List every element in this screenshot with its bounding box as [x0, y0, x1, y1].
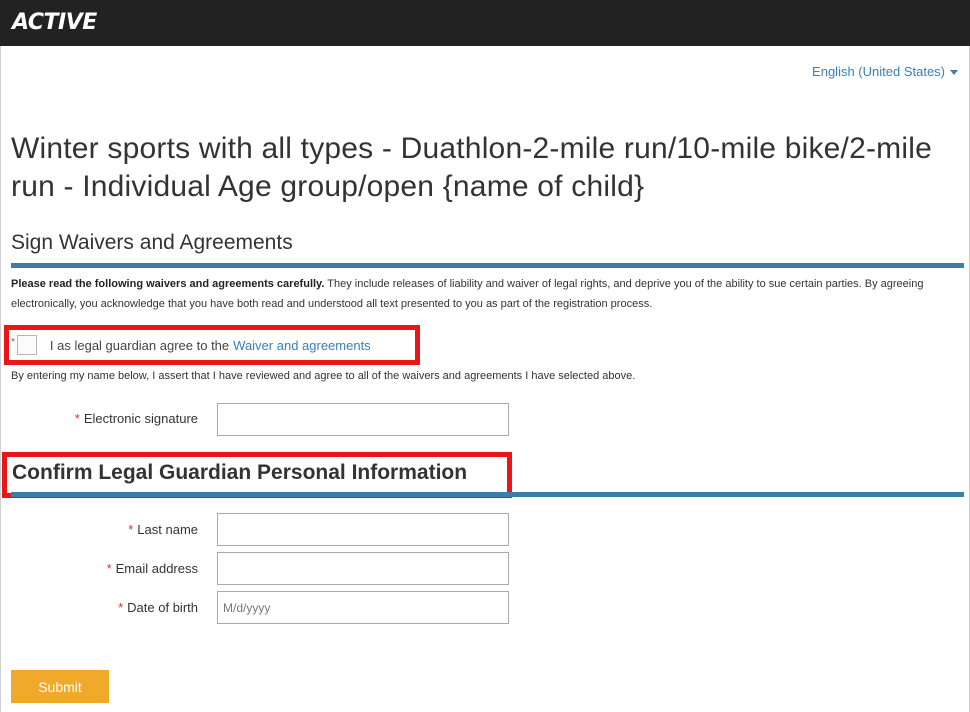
section-divider — [11, 263, 964, 268]
dob-label: * Date of birth — [118, 600, 198, 615]
email-input[interactable] — [217, 552, 509, 585]
assert-text: By entering my name below, I assert that… — [11, 370, 636, 382]
last-name-label-text: Last name — [137, 522, 198, 537]
guardian-section-title: Confirm Legal Guardian Personal Informat… — [12, 461, 468, 484]
top-bar: ACTIVE — [0, 0, 970, 46]
required-marker: * — [118, 600, 124, 615]
waivers-intro: Please read the following waivers and ag… — [11, 274, 956, 314]
dob-label-text: Date of birth — [127, 600, 198, 615]
signature-label: * Electronic signature — [75, 411, 198, 426]
dob-input[interactable] — [217, 591, 509, 624]
logo-text: ACTIVE — [12, 9, 97, 35]
agree-checkbox[interactable] — [16, 335, 37, 355]
waiver-agreements-link[interactable]: Waiver and agreements — [233, 338, 371, 353]
page-title: Winter sports with all types - Duathlon-… — [11, 132, 932, 203]
agree-row: * I as legal guardian agree to the Waive… — [11, 335, 371, 355]
required-marker: * — [128, 522, 134, 537]
required-marker: * — [74, 411, 80, 426]
section-divider — [11, 492, 964, 497]
language-selector[interactable]: English (United States) — [812, 64, 958, 79]
email-label-text: Email address — [115, 561, 198, 576]
email-label: * Email address — [107, 561, 198, 576]
signature-input[interactable] — [217, 403, 509, 436]
agree-label: I as legal guardian agree to the — [49, 337, 230, 353]
required-marker: * — [106, 561, 112, 576]
submit-button[interactable]: Submit — [11, 670, 109, 703]
last-name-label: * Last name — [128, 522, 198, 537]
waivers-section-title: Sign Waivers and Agreements — [11, 231, 293, 254]
chevron-down-icon — [950, 70, 958, 75]
waivers-intro-bold: Please read the following waivers and ag… — [11, 278, 325, 290]
required-marker: * — [11, 336, 15, 348]
active-logo[interactable]: ACTIVE — [12, 8, 97, 36]
language-label: English (United States) — [812, 64, 945, 79]
last-name-input[interactable] — [217, 513, 509, 546]
signature-label-text: Electronic signature — [83, 411, 198, 426]
